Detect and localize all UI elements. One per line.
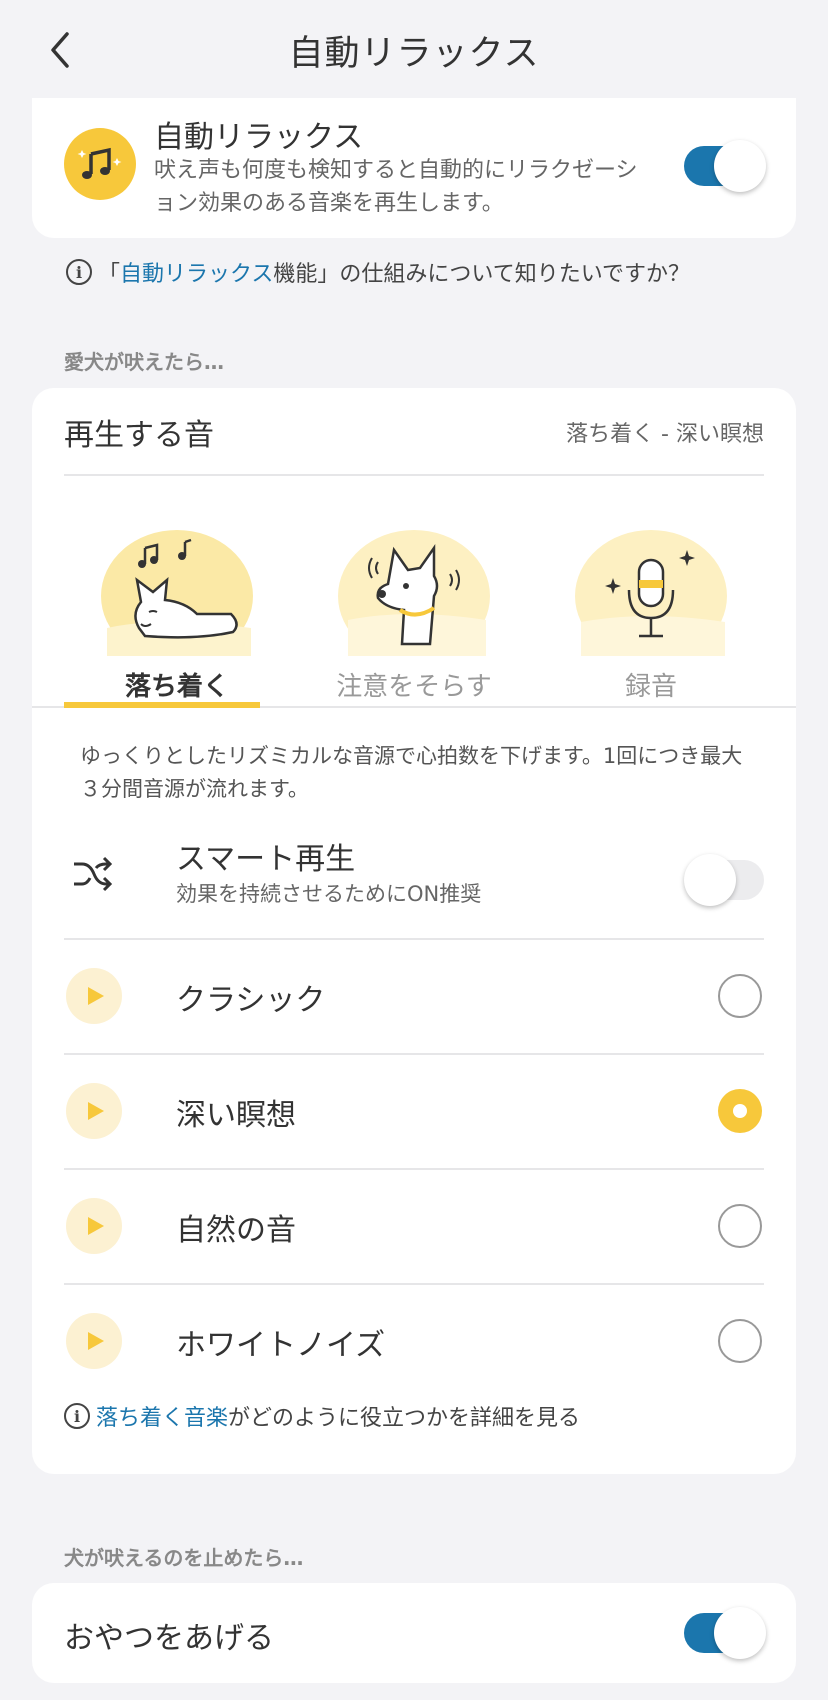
calm-music-info[interactable]: i 落ち着く音楽 がどのように役立つかを詳細を見る — [64, 1400, 580, 1432]
section-label-barking: 愛犬が吠えたら… — [64, 350, 224, 374]
alert-dog-icon — [338, 530, 490, 662]
tab-calm[interactable]: 落ち着く — [92, 524, 262, 702]
tab-record[interactable]: 録音 — [566, 524, 736, 702]
sleeping-dog-icon — [101, 530, 253, 662]
treat-toggle[interactable] — [684, 1607, 766, 1659]
sound-radio[interactable] — [718, 1204, 762, 1248]
play-preview-button[interactable] — [66, 1313, 122, 1369]
play-preview-button[interactable] — [66, 1198, 122, 1254]
auto-relax-title: 自動リラックス — [154, 120, 364, 155]
calm-music-link[interactable]: 落ち着く音楽 — [96, 1400, 228, 1432]
sound-settings-card: 再生する音 落ち着く - 深い瞑想 落ち着く 注意をそらす 録音 ゆっくりとした… — [32, 388, 796, 1474]
chevron-left-icon — [51, 32, 69, 68]
info-suffix: 機能」の仕組みについて知りたいですか？ — [273, 262, 691, 287]
auto-relax-card: 自動リラックス 吠え声も何度も検知すると自動的にリラクゼーション効果のある音楽を… — [32, 98, 796, 238]
tab-record-label: 録音 — [624, 672, 677, 702]
mode-description: ゆっくりとしたリズミカルな音源で心拍数を下げます。1回につき最大３分間音源が流れ… — [80, 744, 743, 801]
sound-radio[interactable] — [718, 974, 762, 1018]
divider — [64, 474, 764, 476]
treat-card: おやつをあげる — [32, 1583, 796, 1683]
header-bar: 自動リラックス — [0, 0, 828, 100]
sound-option-label: 自然の音 — [176, 1213, 296, 1248]
music-sparkle-icon — [64, 128, 136, 200]
info-icon: i — [66, 259, 92, 285]
sound-radio[interactable] — [718, 1319, 762, 1363]
sound-option-classic[interactable]: クラシック — [64, 939, 764, 1053]
smart-play-toggle[interactable] — [684, 854, 764, 906]
how-it-works-link[interactable]: 自動リラックス — [120, 256, 273, 288]
auto-relax-description: 吠え声も何度も検知すると自動的にリラクゼーション効果のある音楽を再生します。 — [154, 158, 638, 216]
tab-calm-label: 落ち着く — [124, 672, 229, 702]
play-preview-button[interactable] — [66, 1083, 122, 1139]
section-label-stopped: 犬が吠えるのを止めたら… — [64, 1546, 304, 1570]
info-prefix: 「 — [98, 262, 121, 287]
tab-distract-label: 注意をそらす — [336, 672, 492, 702]
sound-option-label: クラシック — [176, 983, 326, 1018]
play-icon — [88, 987, 104, 1005]
play-sound-row[interactable]: 再生する音 落ち着く - 深い瞑想 — [64, 410, 764, 454]
sound-option-white-noise[interactable]: ホワイトノイズ — [64, 1284, 764, 1398]
treat-label: おやつをあげる — [64, 1621, 274, 1656]
smart-play-title: スマート再生 — [176, 842, 356, 877]
sound-option-deep-meditation[interactable]: 深い瞑想 — [64, 1054, 764, 1168]
smart-play-subtitle: 効果を持続させるためにON推奨 — [176, 882, 482, 906]
microphone-icon — [575, 530, 727, 662]
play-icon — [88, 1217, 104, 1235]
how-it-works-info[interactable]: i 「 自動リラックス 機能」の仕組みについて知りたいですか？ — [66, 256, 690, 288]
sound-option-nature[interactable]: 自然の音 — [64, 1169, 764, 1283]
play-sound-value: 落ち着く - 深い瞑想 — [566, 422, 764, 447]
tab-distract[interactable]: 注意をそらす — [329, 524, 499, 702]
active-tab-indicator — [64, 702, 260, 708]
info-icon: i — [64, 1403, 90, 1429]
play-icon — [88, 1102, 104, 1120]
page-title: 自動リラックス — [288, 33, 540, 74]
sound-option-label: ホワイトノイズ — [176, 1328, 386, 1363]
smart-play-row: スマート再生 効果を持続させるためにON推奨 — [64, 828, 764, 928]
sound-radio-selected[interactable] — [718, 1089, 762, 1133]
auto-relax-toggle[interactable] — [684, 140, 766, 192]
shuffle-icon — [74, 856, 112, 892]
sound-option-label: 深い瞑想 — [176, 1098, 296, 1133]
play-sound-label: 再生する音 — [64, 418, 214, 453]
back-button[interactable] — [38, 28, 82, 72]
play-preview-button[interactable] — [66, 968, 122, 1024]
play-icon — [88, 1332, 104, 1350]
info-suffix: がどのように役立つかを詳細を見る — [228, 1406, 581, 1431]
